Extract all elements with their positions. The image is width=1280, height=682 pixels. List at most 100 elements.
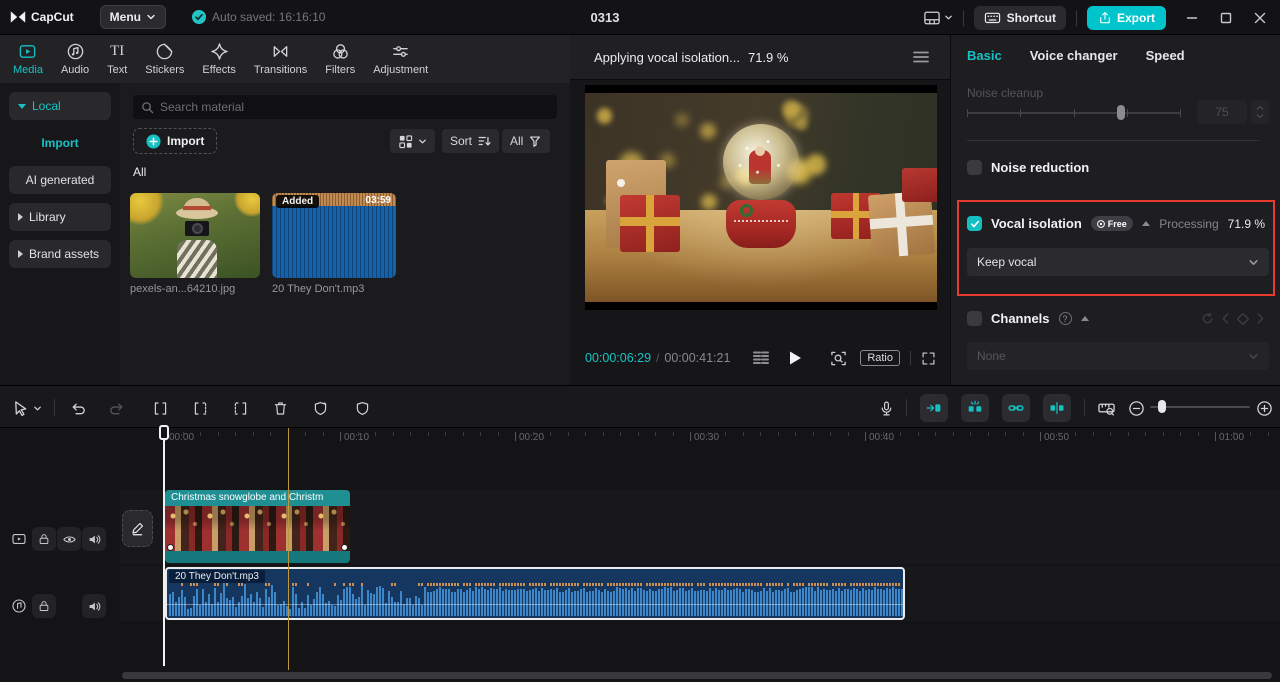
media-icon	[18, 42, 37, 61]
noise-cleanup-slider[interactable]	[967, 109, 1181, 117]
keyframe-prev-icon[interactable]	[1221, 313, 1230, 324]
import-button[interactable]: Import	[133, 128, 218, 154]
export-button[interactable]: Export	[1086, 5, 1166, 30]
split-icon[interactable]	[148, 396, 172, 420]
tab-audio[interactable]: Audio	[52, 38, 98, 80]
delete-icon[interactable]	[268, 396, 292, 420]
added-badge: Added	[276, 195, 320, 208]
tab-filters[interactable]: Filters	[316, 38, 364, 80]
tab-effects[interactable]: Effects	[193, 38, 244, 80]
timeline-horizontal-scrollbar[interactable]	[122, 672, 1272, 679]
undo-icon[interactable]	[66, 396, 90, 420]
search-box[interactable]	[133, 95, 557, 119]
tab-text[interactable]: TI Text	[98, 38, 136, 80]
timeline-zoom-handle[interactable]	[1158, 400, 1166, 413]
tab-stickers[interactable]: Stickers	[136, 38, 193, 80]
noise-cleanup-stepper[interactable]	[1251, 100, 1269, 124]
redo-icon[interactable]	[104, 396, 128, 420]
mirror-split-icon[interactable]	[1043, 394, 1071, 422]
tab-adjustment[interactable]: Adjustment	[364, 38, 437, 80]
top-bar: CapCut Menu Auto saved: 16:16:10 0313 Sh…	[0, 0, 1280, 35]
sidebar-item-brand-assets[interactable]: Brand assets	[9, 240, 111, 268]
keyframe-next-icon[interactable]	[1256, 313, 1265, 324]
menu-button[interactable]: Menu	[99, 5, 167, 29]
maximize-button[interactable]	[1220, 12, 1232, 24]
chevron-down-icon	[146, 12, 156, 22]
tab-basic[interactable]: Basic	[967, 48, 1002, 63]
view-mode-dropdown[interactable]	[390, 129, 435, 153]
video-mute-icon[interactable]	[82, 527, 106, 551]
cover-edit-button[interactable]	[122, 510, 153, 547]
layout-panels-icon[interactable]	[923, 10, 953, 26]
audio-icon	[66, 42, 85, 61]
noise-cleanup-value[interactable]: 75	[1197, 100, 1247, 124]
preview-axis-icon[interactable]	[1094, 396, 1118, 420]
close-button[interactable]	[1254, 12, 1266, 24]
stickers-icon	[155, 42, 174, 61]
reset-icon[interactable]	[1201, 312, 1214, 325]
select-tool-icon[interactable]	[8, 396, 32, 420]
plus-circle-icon	[146, 133, 161, 149]
noise-reduction-checkbox[interactable]	[967, 160, 982, 175]
preview-video-frame[interactable]	[585, 85, 937, 310]
record-voiceover-icon[interactable]	[874, 396, 898, 420]
media-item-audio[interactable]: Added 03:59	[272, 193, 396, 278]
fullscreen-icon[interactable]	[921, 351, 936, 366]
minimize-button[interactable]	[1186, 12, 1198, 24]
tab-transitions[interactable]: Transitions	[245, 38, 316, 80]
tab-speed[interactable]: Speed	[1146, 48, 1185, 63]
zoom-out-icon[interactable]	[1124, 396, 1148, 420]
play-button[interactable]	[788, 350, 803, 366]
timeline-ruler[interactable]: 00:00 00:10 00:20 00:30 00:40 00:50 01:00	[120, 428, 1280, 450]
player-menu-icon[interactable]	[912, 50, 930, 64]
auto-cut-icon[interactable]	[961, 394, 989, 422]
audio-clip[interactable]: 20 They Don't.mp3	[165, 567, 905, 620]
video-lock-icon[interactable]	[32, 527, 56, 551]
sidebar-item-local[interactable]: Local	[9, 92, 111, 120]
audio-waveform	[169, 579, 903, 616]
app-name: CapCut	[31, 10, 74, 24]
split-keep-right-icon[interactable]	[228, 396, 252, 420]
player-controls: 00:00:06:29 / 00:00:41:21 Ratio	[570, 338, 950, 378]
tab-media[interactable]: Media	[4, 38, 52, 80]
video-visibility-icon[interactable]	[57, 527, 81, 551]
video-clip[interactable]: Christmas snowglobe and Christm	[165, 490, 350, 563]
volume-line[interactable]	[167, 604, 903, 605]
sidebar-item-library[interactable]: Library	[9, 203, 111, 231]
audio-mute-icon[interactable]	[82, 594, 106, 618]
tab-voice-changer[interactable]: Voice changer	[1030, 48, 1118, 63]
playhead-handle[interactable]	[159, 425, 169, 440]
split-keep-left-icon[interactable]	[188, 396, 212, 420]
link-icon[interactable]	[1002, 394, 1030, 422]
clip-handle-left[interactable]	[167, 544, 174, 551]
auto-snap-icon[interactable]	[920, 394, 948, 422]
channels-dropdown[interactable]: None	[967, 342, 1269, 370]
media-panel: Media Audio TI Text Stickers Effects Tra…	[0, 35, 570, 385]
audio-lock-icon[interactable]	[32, 594, 56, 618]
sidebar-item-ai-generated[interactable]: AI generated	[9, 166, 111, 194]
noise-reduction-row: Noise reduction	[967, 160, 1089, 175]
ratio-button[interactable]: Ratio	[860, 350, 900, 366]
collapse-icon[interactable]	[1080, 316, 1089, 321]
shield-ai-icon[interactable]	[308, 396, 332, 420]
channels-checkbox[interactable]	[967, 311, 982, 326]
noise-cleanup-slider-handle[interactable]	[1117, 105, 1125, 120]
vocal-isolation-dropdown[interactable]: Keep vocal	[967, 248, 1269, 276]
clip-handle-right[interactable]	[341, 544, 348, 551]
pages-icon[interactable]	[752, 350, 770, 366]
keyframe-add-icon[interactable]	[1237, 312, 1249, 325]
preview-quality-icon[interactable]	[830, 350, 847, 367]
zoom-in-icon[interactable]	[1252, 396, 1276, 420]
filter-all-button[interactable]: All	[502, 129, 551, 153]
shortcut-button[interactable]: Shortcut	[973, 5, 1066, 30]
autosave-status: Auto saved: 16:16:10	[192, 10, 325, 24]
divider	[967, 140, 1259, 141]
shield-icon[interactable]	[350, 396, 374, 420]
search-input[interactable]	[160, 100, 549, 114]
media-item-photo[interactable]	[130, 193, 260, 278]
sort-button[interactable]: Sort	[442, 129, 500, 153]
collapse-icon[interactable]	[1141, 221, 1150, 226]
vocal-isolation-checkbox[interactable]	[967, 216, 982, 231]
select-tool-chevron[interactable]	[30, 396, 44, 420]
sidebar-item-import[interactable]: Import	[9, 129, 111, 157]
